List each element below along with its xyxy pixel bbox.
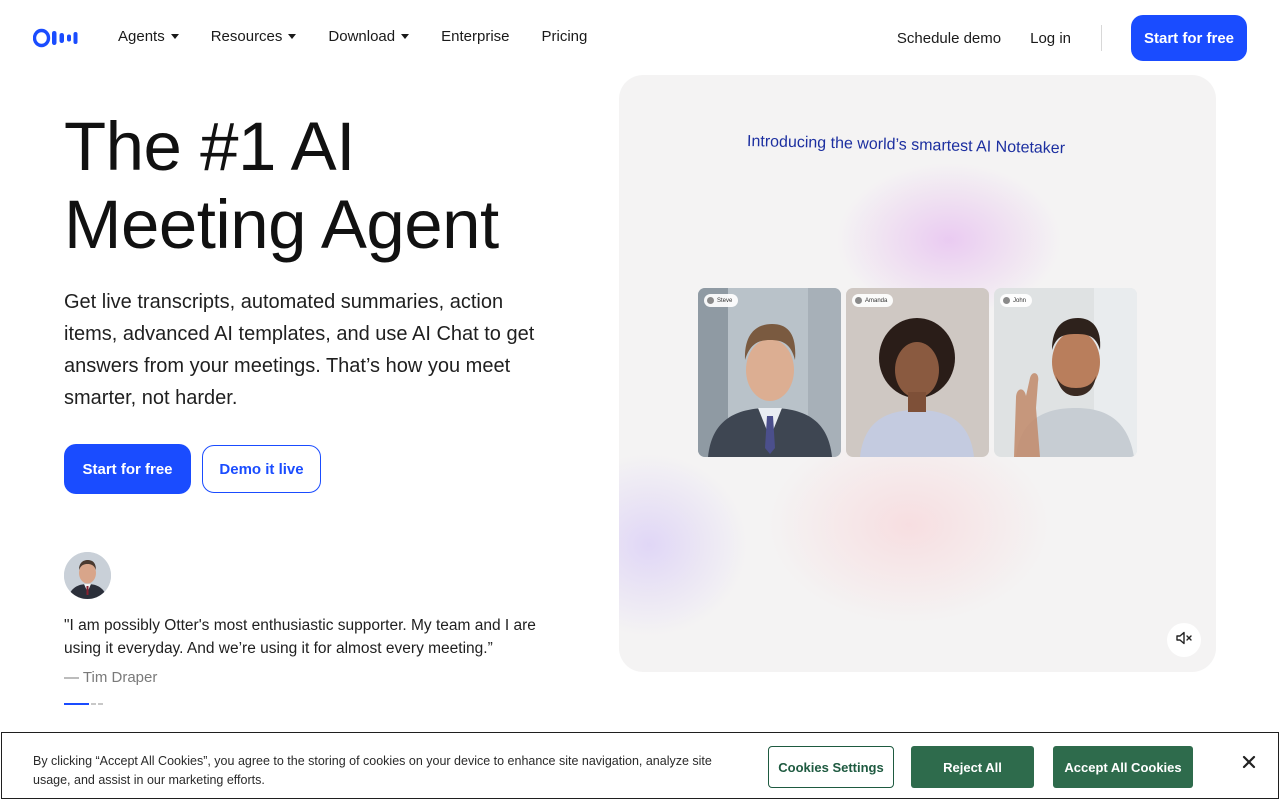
hero-title-line-1: The #1 AI (64, 108, 355, 185)
unmute-button[interactable] (1167, 623, 1201, 657)
nav-agents[interactable]: Agents (118, 28, 179, 45)
reject-all-button[interactable]: Reject All (911, 746, 1034, 788)
participant-tile: John (994, 288, 1137, 457)
participant-avatar-icon (855, 297, 862, 304)
close-icon (1242, 755, 1256, 774)
participant-avatar-icon (1003, 297, 1010, 304)
speaker-muted-icon (1175, 629, 1193, 652)
cookie-notice-text: By clicking “Accept All Cookies”, you ag… (33, 754, 712, 787)
carousel-dot[interactable] (98, 703, 103, 705)
cookies-settings-button[interactable]: Cookies Settings (768, 746, 894, 788)
carousel-indicator (64, 703, 105, 705)
nav-pricing[interactable]: Pricing (542, 28, 588, 45)
participant-name-tag: John (1000, 294, 1033, 307)
carousel-dot-active[interactable] (64, 703, 89, 705)
chevron-down-icon (170, 34, 179, 39)
chevron-down-icon (401, 34, 410, 39)
log-in-link[interactable]: Log in (1030, 30, 1071, 47)
participant-name-tag: Amanda (852, 294, 894, 307)
video-call-tiles: Steve Amanda John (698, 288, 1142, 457)
participant-name: Amanda (865, 297, 888, 304)
nav-links: Agents Resources Download Enterprise Pri… (118, 28, 619, 45)
participant-tile: Steve (698, 288, 841, 457)
cookie-banner: By clicking “Accept All Cookies”, you ag… (1, 732, 1279, 799)
nav-download[interactable]: Download (328, 28, 410, 45)
carousel-dot[interactable] (91, 703, 96, 705)
participant-name-tag: Steve (704, 294, 739, 307)
testimonial-author: — Tim Draper (64, 669, 158, 686)
close-cookie-banner-button[interactable] (1236, 751, 1262, 777)
schedule-demo-link[interactable]: Schedule demo (897, 30, 1001, 47)
hero-buttons: Start for free Demo it live (64, 444, 321, 494)
hero-subtitle: Get live transcripts, automated summarie… (64, 291, 535, 409)
testimonial-quote: "I am possibly Otter's most enthusiastic… (64, 617, 536, 657)
chevron-down-icon (288, 34, 297, 39)
otter-logo[interactable] (32, 28, 85, 48)
nav-pricing-label: Pricing (541, 28, 588, 45)
participant-name: Steve (717, 297, 733, 304)
demo-it-live-button[interactable]: Demo it live (202, 445, 321, 493)
nav-enterprise-label: Enterprise (441, 28, 510, 45)
accept-all-cookies-button[interactable]: Accept All Cookies (1053, 746, 1193, 788)
nav-download-label: Download (328, 28, 396, 45)
hero-title: The #1 AI Meeting Agent (64, 108, 499, 264)
start-for-free-nav-button[interactable]: Start for free (1131, 15, 1247, 61)
hero-title-line-2: Meeting Agent (64, 186, 499, 263)
nav-resources[interactable]: Resources (211, 28, 297, 45)
hero-video[interactable]: Introducing the world’s smartest AI Note… (619, 75, 1216, 672)
participant-name: John (1013, 297, 1027, 304)
participant-tile: Amanda (846, 288, 989, 457)
top-navigation: Agents Resources Download Enterprise Pri… (0, 0, 1280, 75)
video-caption: Introducing the world’s smartest AI Note… (746, 133, 1066, 158)
nav-actions: Schedule demo Log in Start for free (897, 15, 1247, 61)
nav-enterprise[interactable]: Enterprise (441, 28, 509, 45)
participant-avatar-icon (707, 297, 714, 304)
nav-agents-label: Agents (118, 28, 165, 45)
nav-divider (1101, 25, 1102, 51)
nav-resources-label: Resources (210, 28, 283, 45)
testimonial-avatar (64, 552, 111, 599)
start-for-free-button[interactable]: Start for free (64, 444, 191, 494)
